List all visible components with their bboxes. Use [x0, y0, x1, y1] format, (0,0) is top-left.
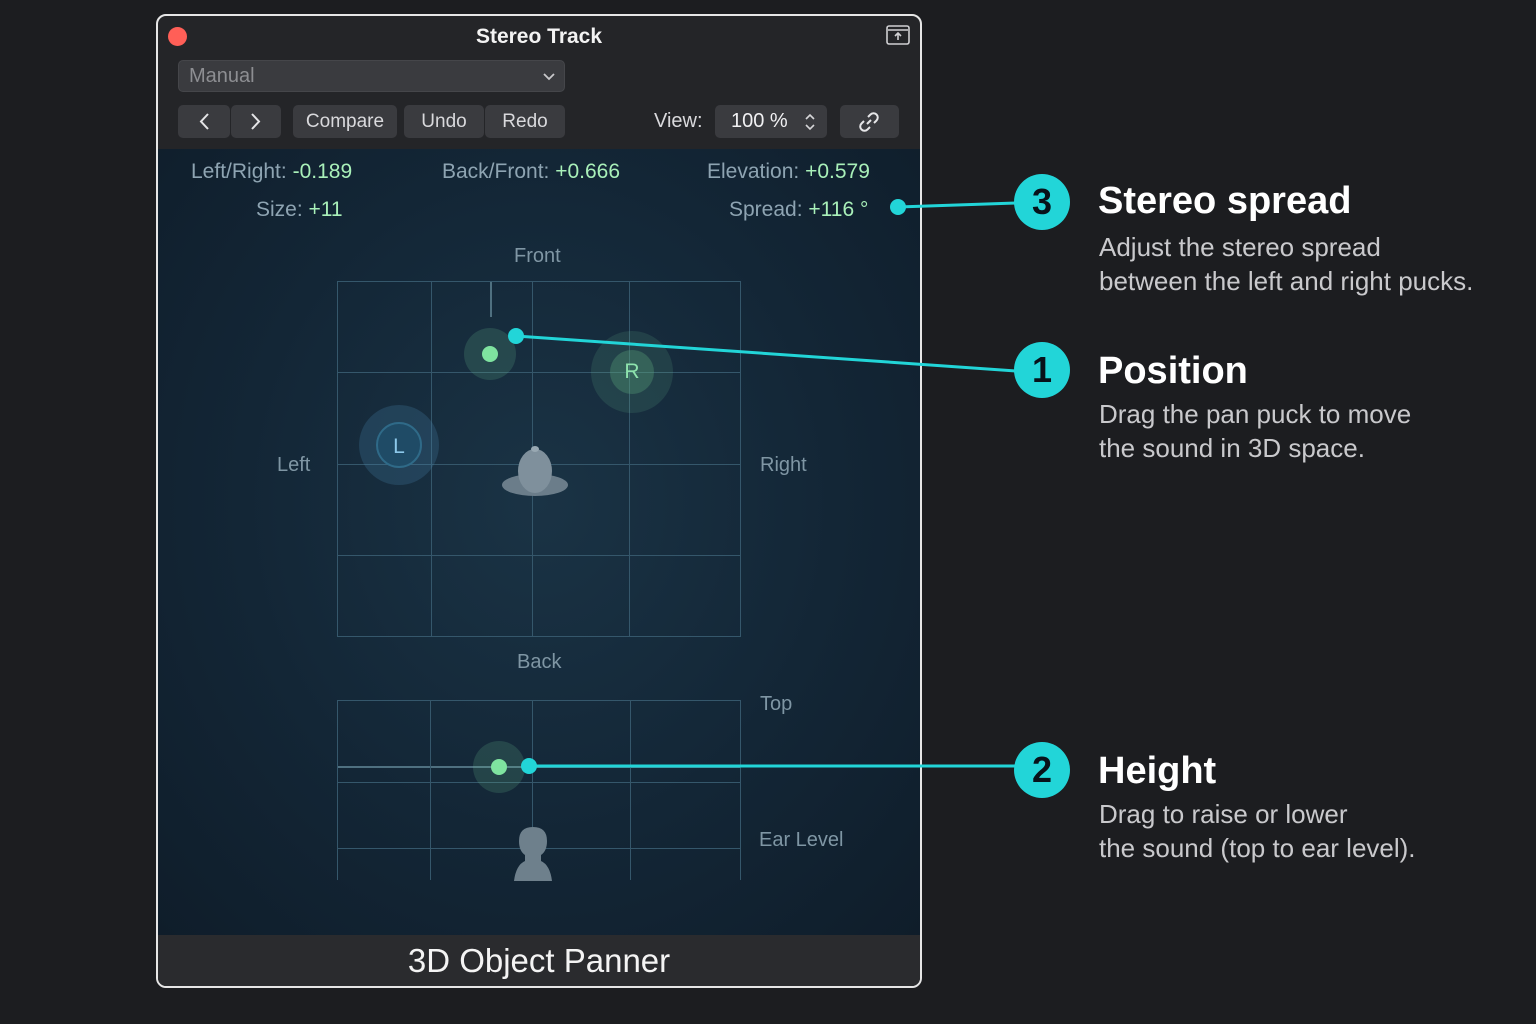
callout-number-badge: 2 [1014, 742, 1070, 798]
view-zoom-stepper[interactable]: 100 % [715, 105, 827, 138]
grid-line [337, 700, 338, 880]
height-track [337, 766, 741, 768]
grid-line [740, 281, 741, 637]
left-channel-puck[interactable]: L [376, 422, 422, 468]
chevron-down-icon [543, 73, 555, 81]
plugin-window: Stereo Track Manual Compare Undo Redo Vi… [156, 14, 922, 988]
back-front-value: +0.666 [555, 160, 621, 183]
grid-line [337, 281, 741, 282]
callout-title: Height [1098, 750, 1217, 792]
link-button[interactable] [840, 105, 899, 138]
view-label: View: [654, 110, 703, 132]
callout-number-badge: 1 [1014, 342, 1070, 398]
grid-line [337, 372, 741, 373]
right-channel-puck[interactable]: R [610, 350, 654, 394]
callout-number-badge: 3 [1014, 174, 1070, 230]
elevation-readout[interactable]: Elevation: +0.579 [707, 160, 870, 184]
chevron-right-icon [251, 113, 261, 130]
front-label: Front [514, 245, 561, 267]
preset-dropdown[interactable]: Manual [178, 60, 565, 92]
grid-line [740, 700, 741, 880]
plugin-footer: 3D Object Panner [158, 935, 920, 986]
left-label: Left [277, 454, 311, 476]
compare-button[interactable]: Compare [293, 105, 397, 138]
updown-chevron-icon [805, 113, 815, 131]
grid-line [630, 700, 631, 880]
listener-profile-icon [514, 827, 552, 881]
tutorial-stage: Stereo Track Manual Compare Undo Redo Vi… [0, 0, 1536, 1024]
right-label: Right [760, 454, 807, 476]
elevation-value: +0.579 [805, 160, 870, 183]
back-front-label: Back/Front: [442, 160, 550, 183]
redo-button[interactable]: Redo [485, 105, 565, 138]
grid-line [337, 782, 741, 783]
size-label: Size: [256, 198, 303, 221]
picture-in-picture-icon[interactable] [886, 25, 910, 45]
back-label: Back [517, 651, 562, 673]
grid-line [430, 700, 431, 880]
left-right-value: -0.189 [292, 160, 353, 183]
left-right-readout[interactable]: Left/Right: -0.189 [191, 160, 352, 184]
elevation-label: Elevation: [707, 160, 800, 183]
grid-line [337, 636, 741, 637]
top-label: Top [760, 693, 793, 715]
listener-head-icon [502, 446, 568, 496]
spread-value: +116 ° [808, 198, 869, 221]
left-right-label: Left/Right: [191, 160, 287, 183]
grid-line [337, 281, 338, 637]
link-icon [859, 112, 879, 132]
window-title: Stereo Track [475, 25, 603, 48]
back-front-readout[interactable]: Back/Front: +0.666 [442, 160, 620, 184]
object-panner-view: Left/Right: -0.189 Back/Front: +0.666 El… [158, 149, 920, 935]
previous-preset-button[interactable] [178, 105, 230, 138]
grid-line [337, 700, 741, 701]
callout-description: Drag the pan puck to move the sound in 3… [1099, 399, 1412, 463]
chevron-left-icon [199, 113, 209, 130]
callout-description: Drag to raise or lower the sound (top to… [1099, 799, 1416, 863]
grid-line [337, 555, 741, 556]
callout-title: Position [1098, 350, 1248, 392]
puck-stem [490, 282, 492, 317]
spread-readout[interactable]: Spread: +116 ° [729, 198, 868, 222]
undo-button[interactable]: Undo [404, 105, 484, 138]
spread-label: Spread: [729, 198, 803, 221]
plugin-name: 3D Object Panner [407, 942, 671, 979]
next-preset-button[interactable] [231, 105, 281, 138]
height-puck[interactable] [491, 759, 507, 775]
size-readout[interactable]: Size: +11 [256, 198, 343, 222]
view-zoom-value: 100 % [731, 110, 788, 132]
pan-puck[interactable] [482, 346, 498, 362]
ear-level-label: Ear Level [759, 829, 844, 851]
callout-title: Stereo spread [1098, 180, 1352, 222]
callout-description: Adjust the stereo spread between the lef… [1099, 232, 1474, 296]
size-value: +11 [308, 198, 343, 221]
title-bar: Stereo Track [158, 16, 920, 60]
preset-value: Manual [189, 65, 255, 87]
